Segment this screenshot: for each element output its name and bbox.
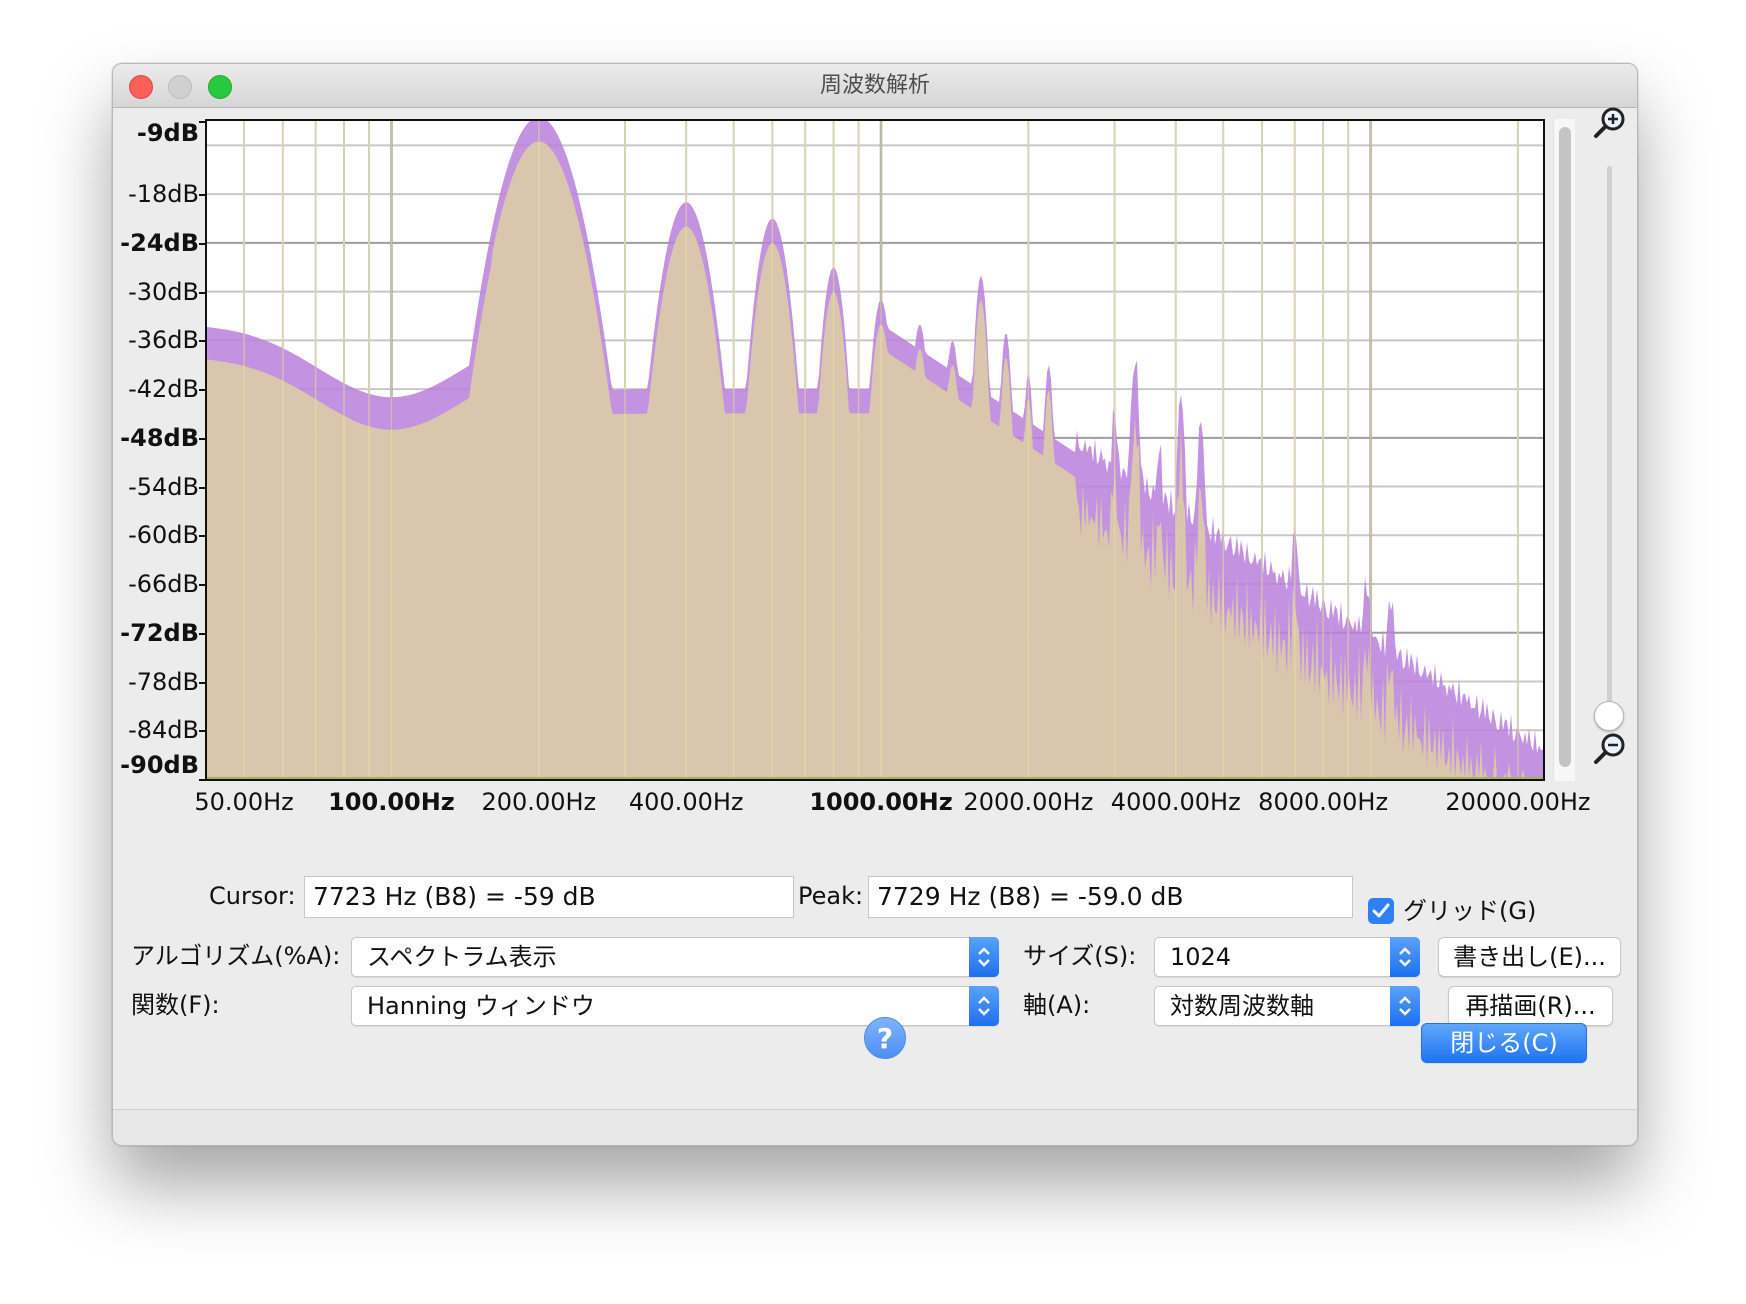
zoom-slider-track[interactable] <box>1607 166 1612 716</box>
zoom-in-icon[interactable] <box>1593 106 1627 140</box>
x-tick-label: 20000.00Hz <box>1445 788 1591 816</box>
axis-select-stepper[interactable] <box>1390 986 1420 1026</box>
plot-vertical-scrollbar[interactable] <box>1553 119 1575 781</box>
axis-select-value: 対数周波数軸 <box>1170 992 1314 1020</box>
spectrum-graph[interactable] <box>207 121 1543 779</box>
x-tick-label: 50.00Hz <box>194 788 294 816</box>
axis-label: 軸(A): <box>1023 991 1091 1019</box>
grid-checkbox-label[interactable]: グリッド(G) <box>1403 891 1536 931</box>
window-title: 周波数解析 <box>819 73 930 98</box>
algorithm-select-value: スペクトラム表示 <box>367 943 557 971</box>
chevron-updown-icon <box>978 947 990 967</box>
x-tick-label: 2000.00Hz <box>963 788 1094 816</box>
algorithm-label: アルゴリズム(%A): <box>131 942 341 970</box>
window-function-select-stepper[interactable] <box>969 986 999 1026</box>
y-tick-label: -60dB <box>128 521 199 550</box>
y-tick-label: -36dB <box>128 326 199 355</box>
window-function-select-value: Hanning ウィンドウ <box>367 992 595 1020</box>
x-tick-label: 8000.00Hz <box>1258 788 1389 816</box>
y-tick-label: -9dB <box>136 119 199 147</box>
cursor-readout-field[interactable]: 7723 Hz (B8) = -59 dB <box>304 876 794 918</box>
close-button[interactable]: 閉じる(C) <box>1421 1023 1587 1063</box>
x-tick-label: 200.00Hz <box>481 788 597 816</box>
y-tick-label: -78dB <box>128 667 199 696</box>
y-tick-label: -66dB <box>128 570 199 599</box>
replot-button[interactable]: 再描画(R)... <box>1448 986 1613 1026</box>
size-label: サイズ(S): <box>1023 942 1137 970</box>
size-select-value: 1024 <box>1170 943 1232 971</box>
chevron-updown-icon <box>1399 947 1411 967</box>
peak-label: Peak: <box>798 882 864 910</box>
zoom-out-icon[interactable] <box>1593 732 1627 766</box>
y-tick-label: -54dB <box>128 472 199 501</box>
y-tick-label: -72dB <box>120 618 199 647</box>
x-tick-label: 400.00Hz <box>628 788 744 816</box>
title-bar[interactable]: 周波数解析 <box>113 64 1637 108</box>
grid-checkbox[interactable] <box>1368 898 1394 924</box>
spectrum-plot[interactable] <box>205 119 1545 781</box>
size-select-stepper[interactable] <box>1390 937 1420 977</box>
cursor-label: Cursor: <box>209 882 296 910</box>
x-tick-label: 100.00Hz <box>328 788 455 816</box>
export-button[interactable]: 書き出し(E)... <box>1438 937 1621 977</box>
algorithm-select-stepper[interactable] <box>969 937 999 977</box>
y-tick-label: -42dB <box>128 375 199 404</box>
y-tick-label: -48dB <box>120 423 199 452</box>
size-select[interactable]: 1024 <box>1154 937 1420 977</box>
scrollbar-thumb[interactable] <box>1559 127 1571 767</box>
window-function-select[interactable]: Hanning ウィンドウ <box>351 986 999 1026</box>
y-tick-label: -24dB <box>120 228 199 257</box>
axis-select[interactable]: 対数周波数軸 <box>1154 986 1420 1026</box>
status-bar <box>113 1109 1637 1145</box>
help-icon[interactable]: ? <box>864 1017 906 1059</box>
y-tick-label: -30dB <box>128 277 199 306</box>
peak-readout-field[interactable]: 7729 Hz (B8) = -59.0 dB <box>868 876 1353 918</box>
checkmark-icon <box>1372 903 1390 918</box>
chevron-updown-icon <box>1399 996 1411 1016</box>
frequency-analysis-window: 周波数解析 -9dB -18dB -24dB -30dB -36dB -42dB -48dB… <box>112 63 1638 1146</box>
y-tick-label: -84dB <box>128 716 199 745</box>
x-tick-label: 4000.00Hz <box>1110 788 1241 816</box>
algorithm-select[interactable]: スペクトラム表示 <box>351 937 999 977</box>
zoom-slider-knob[interactable] <box>1594 701 1624 731</box>
chevron-updown-icon <box>978 996 990 1016</box>
y-tick-label: -90dB <box>120 751 199 779</box>
function-label: 関数(F): <box>131 991 220 1019</box>
y-tick-label: -18dB <box>128 180 199 209</box>
x-tick-label: 1000.00Hz <box>809 788 953 816</box>
